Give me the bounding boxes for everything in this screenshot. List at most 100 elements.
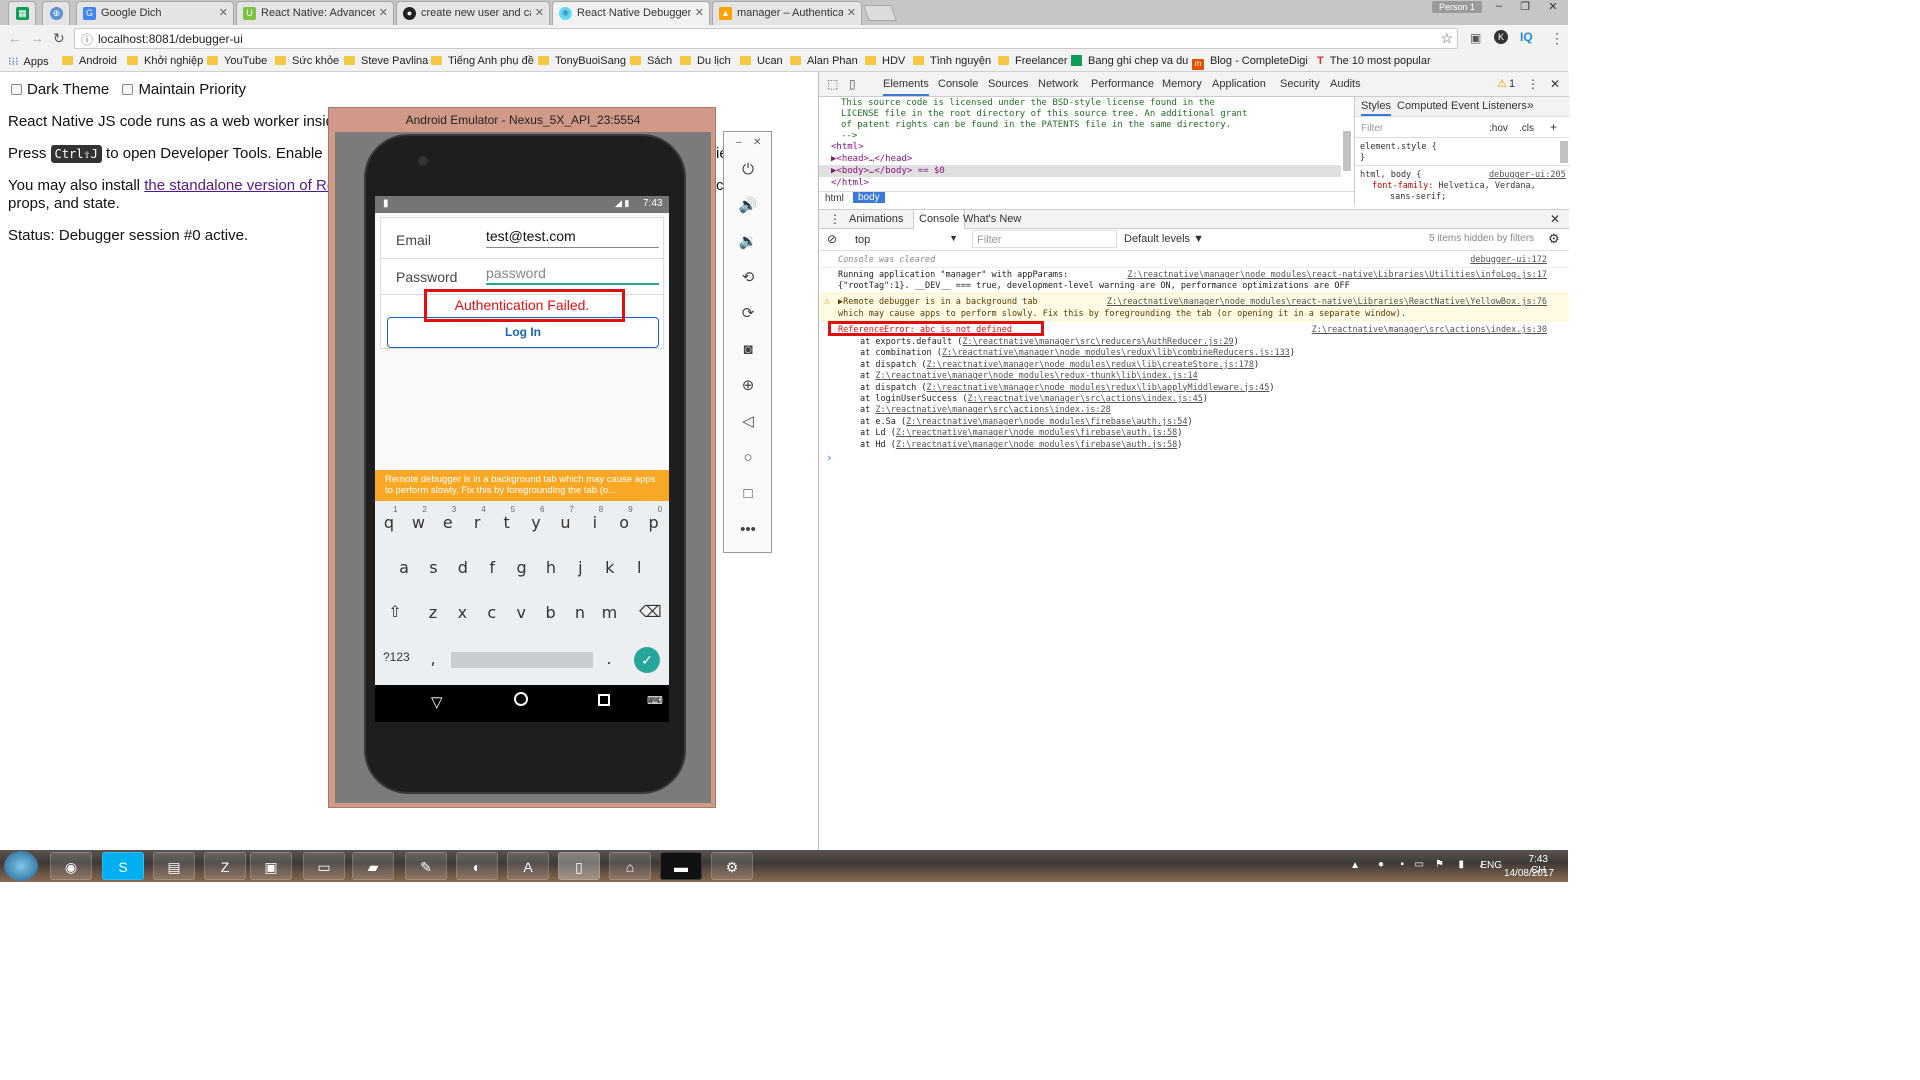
clock-date[interactable]: 14/08/2017 <box>1504 868 1554 879</box>
tab-network[interactable]: Network <box>1038 78 1078 90</box>
spacebar[interactable] <box>451 652 593 668</box>
yellowbox-warning[interactable]: Remote debugger is in a background tab w… <box>375 470 669 503</box>
profile-button[interactable]: Person 1 <box>1432 1 1482 13</box>
keyboard-key[interactable]: y <box>526 513 546 532</box>
maintain-priority-checkbox[interactable] <box>122 84 134 95</box>
keyboard-key[interactable]: c <box>482 603 502 622</box>
period-key[interactable]: . <box>599 649 619 668</box>
keyboard-key[interactable]: a <box>394 558 414 577</box>
tab-elements[interactable]: Elements <box>883 78 929 96</box>
shift-icon[interactable]: ⇧ <box>385 602 405 621</box>
styles-filter[interactable]: Filter <box>1361 123 1383 134</box>
hov-toggle[interactable]: :hov <box>1489 123 1508 134</box>
home-icon[interactable]: ○ <box>737 447 759 469</box>
chevron-right-icon[interactable]: » <box>1527 98 1534 112</box>
scrollbar[interactable] <box>1560 141 1568 163</box>
keyboard-key[interactable]: t <box>497 513 517 532</box>
volume-down-icon[interactable]: 🔉 <box>737 231 759 253</box>
keyboard-key[interactable]: e <box>438 513 458 532</box>
clear-console-icon[interactable]: ⊘ <box>827 232 837 246</box>
close-icon[interactable]: ✕ <box>379 6 388 19</box>
keyboard-key[interactable]: i <box>585 513 605 532</box>
warning-icon[interactable]: ⚠ <box>1497 77 1507 90</box>
enter-check-icon[interactable]: ✓ <box>634 647 660 673</box>
start-button[interactable] <box>4 851 38 881</box>
home-circle-icon[interactable] <box>514 692 528 706</box>
symbols-key[interactable]: ?123 <box>383 650 410 664</box>
tab-animations[interactable]: Animations <box>849 213 903 225</box>
tab-console-drawer[interactable]: Console <box>913 210 966 229</box>
keyboard-key[interactable]: z <box>423 603 443 622</box>
close-icon[interactable]: ✕ <box>535 6 544 19</box>
more-icon[interactable]: ⋮ <box>1527 77 1539 91</box>
menu-icon[interactable]: ⋮ <box>1550 30 1564 47</box>
bookmark-folder[interactable]: Tiếng Anh phụ đề <box>431 55 534 67</box>
console-filter-input[interactable]: Filter <box>972 230 1117 248</box>
skype-icon[interactable]: S <box>102 852 144 880</box>
keyboard-key[interactable]: b <box>541 603 561 622</box>
bookmark-star-icon[interactable]: ☆ <box>1440 30 1453 47</box>
keyboard-key[interactable]: o <box>614 513 634 532</box>
recents-square-icon[interactable] <box>598 694 610 706</box>
html-node[interactable]: <html> <box>831 142 864 152</box>
forward-icon[interactable]: → <box>30 30 44 46</box>
reload-icon[interactable]: ↻ <box>53 30 65 47</box>
back-icon[interactable]: ← <box>8 30 22 46</box>
bookmark-link[interactable]: T The 10 most popular <box>1317 55 1431 67</box>
source-link[interactable]: Z:\reactnative\manager\node_modules\reac… <box>1127 270 1547 280</box>
extension-icon[interactable]: ▣ <box>1470 31 1481 45</box>
stack-source-link[interactable]: Z:\reactnative\manager\node_modules\redu… <box>875 371 1197 381</box>
folder-icon[interactable]: ▰ <box>352 852 394 880</box>
password-field[interactable]: password <box>486 265 659 285</box>
tab-console[interactable]: Console <box>938 78 978 90</box>
stack-source-link[interactable]: Z:\reactnative\manager\src\actions\index… <box>967 394 1202 404</box>
source-link[interactable]: debugger-ui:172 <box>1470 255 1547 265</box>
keyboard-key[interactable]: u <box>555 513 575 532</box>
zoom-icon[interactable]: ⊕ <box>737 375 759 397</box>
stack-source-link[interactable]: Z:\reactnative\manager\node_modules\fire… <box>896 440 1177 450</box>
crumb-body[interactable]: body <box>853 192 885 203</box>
address-bar[interactable]: ⓘ localhost:8081/debugger-ui ☆ <box>74 28 1458 49</box>
maximize-icon[interactable]: ❐ <box>1512 0 1538 16</box>
keyboard-key[interactable]: m <box>599 603 619 622</box>
tab-google-dich[interactable]: G Google Dich ✕ <box>76 1 234 25</box>
volume-up-icon[interactable]: 🔊 <box>737 195 759 217</box>
gear-icon[interactable]: ⚙ <box>1548 231 1560 247</box>
extension-k-icon[interactable]: K <box>1494 30 1508 44</box>
close-icon[interactable]: ✕ <box>753 137 761 148</box>
device-toggle-icon[interactable]: ▯ <box>849 77 856 91</box>
keyboard-key[interactable]: j <box>570 558 590 577</box>
extension-iq-icon[interactable]: IQ <box>1520 30 1533 44</box>
bookmark-folder[interactable]: Khởi nghiệp <box>127 55 203 67</box>
tab-performance[interactable]: Performance <box>1091 78 1154 90</box>
source-link[interactable]: Z:\reactnative\manager\src\actions\index… <box>1312 325 1547 335</box>
bookmark-folder[interactable]: Alan Phan <box>790 55 858 67</box>
power-icon[interactable]: ⏻ <box>737 159 759 181</box>
close-icon[interactable]: ✕ <box>1550 77 1560 91</box>
stack-source-link[interactable]: Z:\reactnative\manager\node_modules\fire… <box>906 417 1187 427</box>
head-node[interactable]: ▶<head>…</head> <box>831 154 912 164</box>
tab-memory[interactable]: Memory <box>1162 78 1202 90</box>
bookmark-apps[interactable]: ⁝⁝⁝ Apps <box>8 55 49 68</box>
close-icon[interactable]: ✕ <box>847 6 856 19</box>
tab-github[interactable]: ● create new user and catc ✕ <box>396 1 550 25</box>
more-icon[interactable]: ••• <box>737 519 759 541</box>
tab-firebase[interactable]: ▲ manager – Authenticatio ✕ <box>712 1 862 25</box>
keyboard-key[interactable]: h <box>541 558 561 577</box>
bookmark-folder[interactable]: HDV <box>865 55 905 67</box>
keyboard-key[interactable]: v <box>511 603 531 622</box>
bookmark-folder[interactable]: Du lịch <box>680 55 731 67</box>
camera-icon[interactable]: ◙ <box>737 339 759 361</box>
network-icon[interactable]: ▮ <box>1458 859 1464 870</box>
notepad-icon[interactable]: ✎ <box>405 852 447 880</box>
keyboard-key[interactable]: p <box>644 513 664 532</box>
keyboard-key[interactable]: s <box>423 558 443 577</box>
file-manager-icon[interactable]: ▣ <box>250 852 292 880</box>
keyboard-key[interactable]: w <box>408 513 428 532</box>
tab-event-listeners[interactable]: Event Listeners <box>1451 100 1527 112</box>
keyboard-key[interactable]: q <box>379 513 399 532</box>
sticky-notes-icon[interactable]: ▤ <box>153 852 195 880</box>
bookmark-folder[interactable]: Freelancer <box>998 55 1068 67</box>
more-icon[interactable]: ⋮ <box>829 212 841 226</box>
emulator-icon[interactable]: ▯ <box>558 852 600 880</box>
